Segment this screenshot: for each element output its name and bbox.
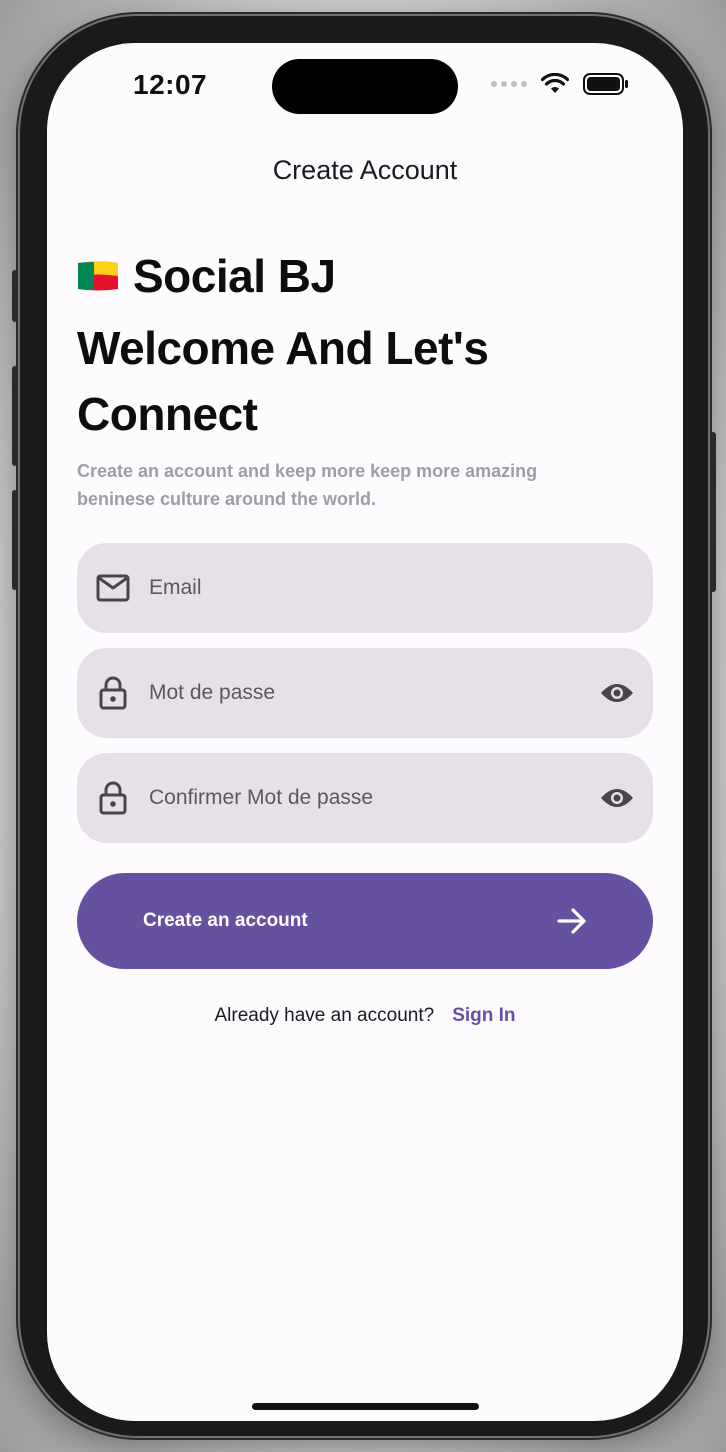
password-field[interactable] [77,647,653,739]
power-button [710,432,716,592]
create-account-button[interactable]: Create an account [77,873,653,969]
eye-icon[interactable] [597,673,637,713]
confirm-password-field[interactable] [77,752,653,844]
status-time: 12:07 [133,69,208,100]
password-input[interactable] [147,647,597,739]
wifi-icon [541,73,569,93]
signal-dots-icon [491,81,527,87]
status-icons [491,73,629,95]
lock-icon [95,780,131,816]
arrow-right-icon [557,908,586,934]
mail-icon [95,570,131,606]
volume-up-button [12,366,18,466]
email-input[interactable] [147,542,653,634]
sign-in-link[interactable]: Sign In [452,1005,515,1027]
dynamic-island [272,59,458,114]
brand-name: Social BJ [133,250,336,302]
eye-icon[interactable] [597,778,637,818]
volume-down-button [12,490,18,590]
email-field[interactable] [77,542,653,634]
app-screen: 12:07 Create Account Social BJ Welcome A… [47,43,683,1421]
confirm-password-input[interactable] [147,752,597,844]
battery-icon [583,73,628,95]
page-title: Create Account [272,155,458,185]
welcome-subtitle: Create an account and keep more keep mor… [77,461,538,509]
create-account-label: Create an account [143,910,308,931]
already-have-account-text: Already have an account? [214,1005,435,1026]
signin-row: Already have an account? Sign In [47,1005,683,1027]
lock-icon [95,675,131,711]
welcome-headline: Welcome And Let's Connect [77,322,489,440]
action-button [12,270,18,322]
benin-flag-icon [78,261,118,291]
brand: Social BJ [77,249,336,303]
home-indicator[interactable] [252,1403,479,1410]
